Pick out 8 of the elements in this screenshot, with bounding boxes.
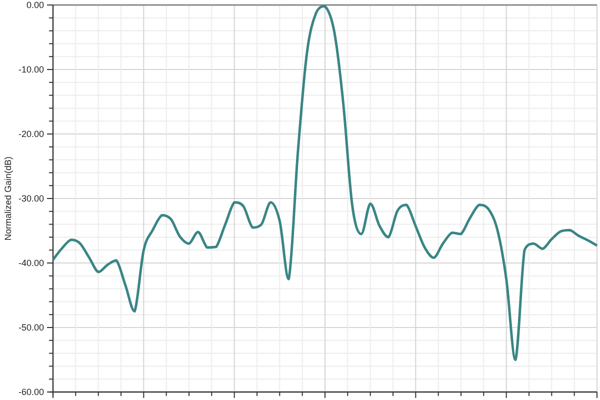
y-tick-label: -30.00 — [18, 194, 44, 204]
y-tick-label: -60.00 — [18, 387, 44, 397]
y-axis-label: Normalized Gain(dB) — [3, 156, 13, 241]
y-tick-label: 0.00 — [26, 0, 44, 10]
y-tick-label: -20.00 — [18, 129, 44, 139]
y-tick-label: -40.00 — [18, 258, 44, 268]
y-tick-label: -10.00 — [18, 64, 44, 74]
y-tick-label: -50.00 — [18, 322, 44, 332]
